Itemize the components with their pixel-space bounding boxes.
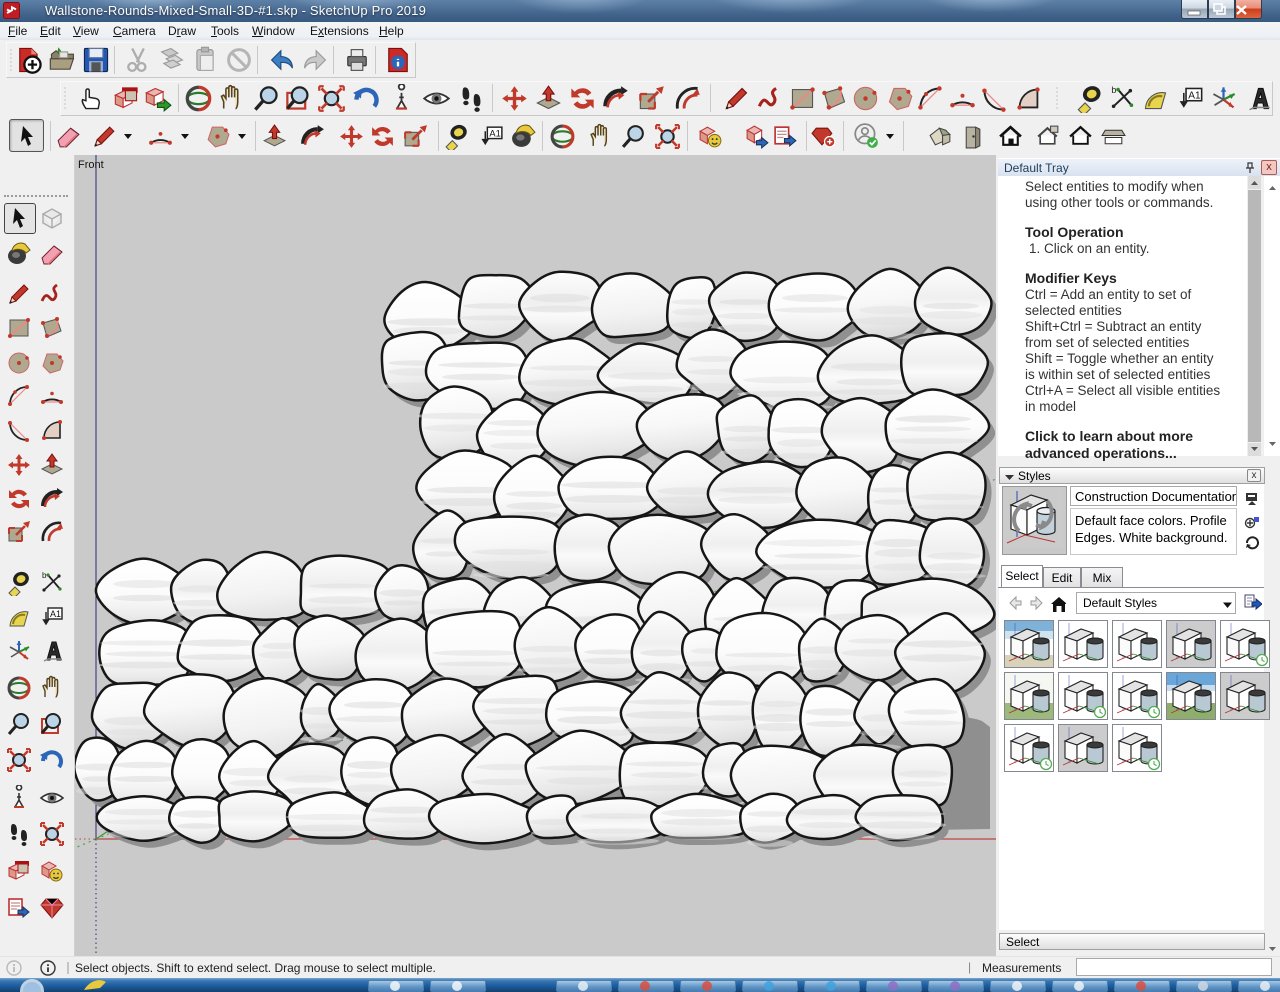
svg-text:Front: Front bbox=[78, 159, 104, 171]
svg-text:A1: A1 bbox=[1188, 91, 1201, 102]
svg-text:b: b bbox=[42, 571, 47, 580]
svg-text:A1: A1 bbox=[50, 609, 61, 619]
svg-text:A1: A1 bbox=[489, 129, 500, 139]
svg-text:b: b bbox=[1111, 85, 1116, 95]
